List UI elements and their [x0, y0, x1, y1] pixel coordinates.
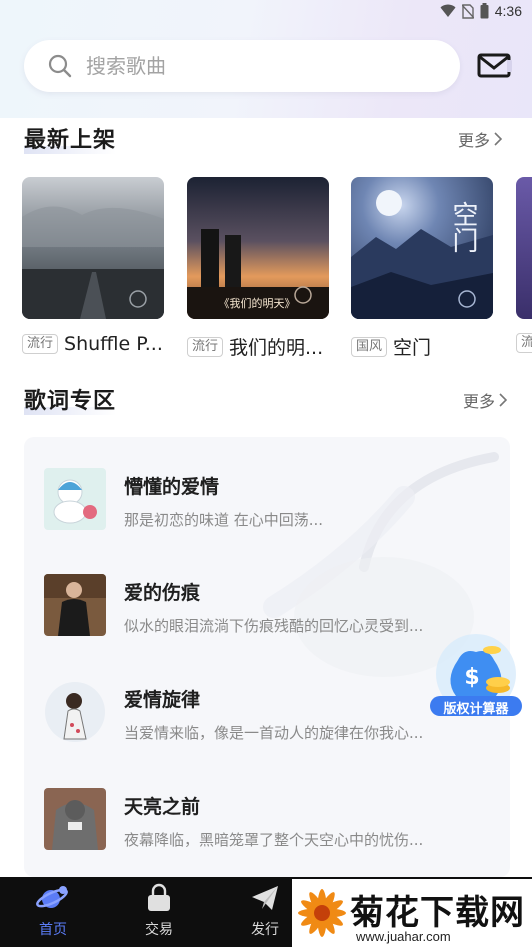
- nav-label: 首页: [39, 922, 67, 938]
- album-cover-1: [22, 177, 164, 319]
- status-time: 4:36: [494, 3, 522, 19]
- album-caption-4: 流: [516, 333, 532, 353]
- copyright-calculator-button[interactable]: $ 版权计算器: [428, 630, 524, 726]
- new-releases-title: 最新上架: [24, 122, 117, 154]
- new-releases-more-link[interactable]: 更多: [458, 127, 503, 151]
- svg-text:$: $: [464, 665, 479, 690]
- album-cover-2: 《我们的明天》: [187, 177, 329, 319]
- chevron-right-icon: [494, 132, 503, 146]
- album-card-1[interactable]: 流行 Shuffle P...: [22, 177, 164, 355]
- album-name: 我们的明...: [229, 337, 324, 359]
- copyright-calculator-label: 版权计算器: [443, 702, 509, 717]
- album-card-2[interactable]: 《我们的明天》 流行 我们的明...: [187, 177, 329, 360]
- album-name: 空门: [393, 337, 432, 359]
- album-cover-3: 空门: [351, 177, 493, 319]
- lyric-item-4[interactable]: 天亮之前 夜幕降临，黑暗笼罩了整个天空心中的忧伤...: [44, 788, 464, 850]
- lyric-description: 那是初恋的味道 在心中回荡...: [124, 511, 324, 529]
- home-planet-icon: [36, 886, 68, 908]
- lyrics-title-text: 歌词专区: [24, 389, 117, 414]
- album-caption-3: 国风 空门: [351, 333, 493, 360]
- nav-home[interactable]: 首页: [23, 883, 83, 939]
- nav-label: 发行: [251, 922, 279, 938]
- search-bar[interactable]: [24, 40, 460, 92]
- watermark-text: 菊花下载网: [350, 893, 525, 933]
- album-name: Shuffle P...: [64, 333, 163, 355]
- nav-label: 交易: [145, 922, 173, 938]
- genre-tag: 流: [516, 333, 532, 353]
- album-card-3[interactable]: 空门 国风 空门: [351, 177, 493, 360]
- genre-tag: 国风: [351, 336, 388, 357]
- status-bar: 4:36: [0, 0, 532, 26]
- site-watermark: 菊花下载网 www.juahar.com: [292, 879, 532, 947]
- lyric-title: 爱情旋律: [124, 689, 201, 711]
- wifi-icon: [440, 4, 456, 17]
- lyric-item-3[interactable]: 爱情旋律 当爱情来临，像是一首动人的旋律在你我心...: [44, 681, 464, 743]
- more-label: 更多: [458, 131, 491, 150]
- lyric-thumbnail-1: [44, 468, 106, 530]
- nav-trade[interactable]: 交易: [129, 883, 189, 939]
- album-caption-2: 流行 我们的明...: [187, 333, 329, 360]
- search-icon: [48, 54, 72, 78]
- mail-icon[interactable]: [474, 48, 514, 84]
- chevron-right-icon: [499, 393, 508, 407]
- genre-tag: 流行: [187, 336, 224, 357]
- lyric-description: 当爱情来临，像是一首动人的旋律在你我心...: [124, 724, 424, 742]
- lyric-thumbnail-3: [44, 681, 106, 743]
- album-cover-text: 《我们的明天》: [219, 296, 296, 310]
- lyric-title: 爱的伤痕: [124, 582, 201, 604]
- search-input[interactable]: [86, 54, 406, 78]
- lyric-thumbnail-2: [44, 574, 106, 636]
- album-card-4[interactable]: 流: [516, 177, 532, 353]
- lyric-title: 天亮之前: [124, 796, 201, 818]
- album-cover-4: [516, 177, 532, 319]
- lyric-description: 夜幕降临，黑暗笼罩了整个天空心中的忧伤...: [124, 831, 424, 849]
- chrysanthemum-logo-icon: [298, 889, 346, 937]
- album-cover-text: 空门: [448, 201, 478, 253]
- status-icons: 4:36: [440, 3, 522, 19]
- watermark-url: www.juahar.com: [356, 929, 451, 944]
- lyric-thumbnail-4: [44, 788, 106, 850]
- lyric-item-2[interactable]: 爱的伤痕 似水的眼泪流淌下伤痕残酷的回忆心灵受到...: [44, 574, 464, 636]
- album-caption-1: 流行 Shuffle P...: [22, 333, 164, 355]
- more-label: 更多: [463, 392, 496, 411]
- no-sim-icon: [461, 3, 474, 19]
- lyrics-section-title: 歌词专区: [24, 383, 117, 415]
- lock-bag-icon: [148, 883, 170, 911]
- battery-icon: [480, 3, 489, 19]
- genre-tag: 流行: [22, 334, 59, 354]
- new-releases-title-text: 最新上架: [24, 128, 117, 153]
- nav-publish[interactable]: 发行: [235, 883, 295, 939]
- lyrics-more-link[interactable]: 更多: [463, 388, 508, 412]
- paper-plane-icon: [252, 886, 278, 910]
- lyric-description: 似水的眼泪流淌下伤痕残酷的回忆心灵受到...: [124, 617, 424, 635]
- lyric-item-1[interactable]: 懵懂的爱情 那是初恋的味道 在心中回荡...: [44, 468, 464, 530]
- lyric-title: 懵懂的爱情: [124, 476, 220, 498]
